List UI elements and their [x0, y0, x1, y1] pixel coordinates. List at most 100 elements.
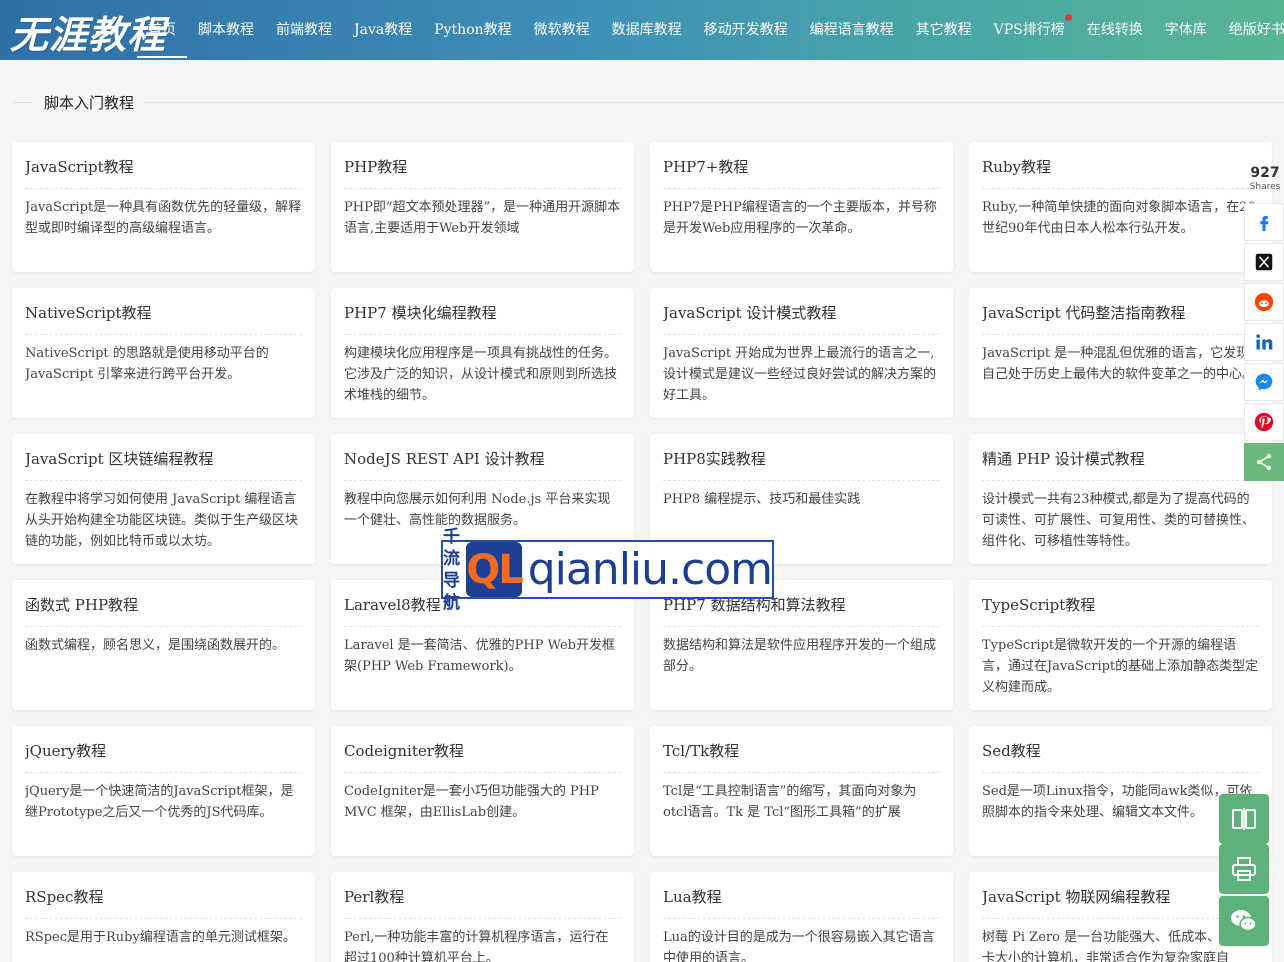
card-title[interactable]: JavaScript 物联网编程教程 [982, 886, 1259, 908]
card-description: PHP即“超文本预处理器”，是一种通用开源脚本语言,主要适用于Web开发领域 [344, 200, 621, 236]
card-title[interactable]: NodeJS REST API 设计教程 [344, 448, 621, 470]
share-pinterest-button[interactable] [1244, 403, 1284, 441]
card-description: 树莓 Pi Zero 是一台功能强大、低成本、信用卡大小的计算机，非常适合作为复… [982, 930, 1247, 962]
card-title[interactable]: 精通 PHP 设计模式教程 [982, 448, 1259, 470]
card-title[interactable]: Ruby教程 [982, 156, 1259, 178]
card-title[interactable]: jQuery教程 [25, 740, 302, 762]
tutorial-card[interactable]: PHP教程 PHP即“超文本预处理器”，是一种通用开源脚本语言,主要适用于Web开… [331, 142, 634, 272]
share-facebook-button[interactable] [1244, 203, 1284, 241]
card-description: Ruby,一种简单快捷的面向对象脚本语言，在20世纪90年代由日本人松本行弘开发… [982, 200, 1256, 236]
card-title[interactable]: Lua教程 [663, 886, 940, 908]
card-description: CodeIgniter是一套小巧但功能强大的 PHP MVC 框架，由Ellis… [344, 784, 599, 820]
card-divider [25, 480, 302, 481]
tutorial-card[interactable]: Tcl/Tk教程 Tcl是“工具控制语言”的缩写，其面向对象为otcl语言。Tk … [650, 726, 953, 856]
share-count-number: 927 [1250, 165, 1280, 181]
share-x-button[interactable] [1244, 243, 1284, 281]
card-divider [344, 626, 621, 627]
nav-item[interactable]: Java教程 [343, 0, 423, 60]
print-button[interactable] [1219, 844, 1269, 894]
card-divider [25, 918, 302, 919]
section-header: 脚本入门教程 [14, 88, 1284, 116]
nav-item[interactable]: 移动开发教程 [693, 0, 799, 60]
watermark-logo: 千流 导航 QL qianliu.com [441, 527, 774, 613]
card-title[interactable]: JavaScript 区块链编程教程 [25, 448, 302, 470]
card-title[interactable]: Codeigniter教程 [344, 740, 621, 762]
tutorial-card[interactable]: JavaScript 区块链编程教程 在教程中将学习如何使用 JavaScript… [12, 434, 315, 564]
main-nav: 首页 脚本教程 前端教程 Java教程 Python教程 微软教程 数据库教程 移动开发教程编… [137, 0, 1284, 60]
share-reddit-button[interactable] [1244, 283, 1284, 321]
card-description: jQuery是一个快速简洁的JavaScript框架，是继Prototype之后… [25, 784, 294, 820]
tutorial-card[interactable]: NativeScript教程 NativeScript 的思路就是使用移动平台的J… [12, 288, 315, 418]
card-divider [344, 480, 621, 481]
card-description: Perl,一种功能丰富的计算机程序语言，运行在超过100种计算机平台上。 [344, 930, 609, 962]
tutorial-card[interactable]: Ruby教程 Ruby,一种简单快捷的面向对象脚本语言，在20世纪90年代由日本人… [969, 142, 1272, 272]
pinterest-icon [1254, 412, 1274, 432]
card-divider [344, 188, 621, 189]
nav-item[interactable]: 前端教程 [265, 0, 343, 60]
card-title[interactable]: Perl教程 [344, 886, 621, 908]
tutorial-card[interactable]: 精通 PHP 设计模式教程设计模式一共有23种模式,都是为了提高代码的可读性、可… [969, 434, 1272, 564]
reddit-icon [1254, 292, 1274, 312]
share-more-button[interactable] [1244, 443, 1284, 481]
card-title[interactable]: Tcl/Tk教程 [663, 740, 940, 762]
wechat-icon [1231, 910, 1257, 932]
tutorial-card[interactable]: Perl教程 Perl,一种功能丰富的计算机程序语言，运行在超过100种计算机平台… [331, 872, 634, 962]
card-divider [982, 626, 1259, 627]
tutorial-card[interactable]: Codeigniter教程 CodeIgniter是一套小巧但功能强大的 PHP … [331, 726, 634, 856]
card-description: 设计模式一共有23种模式,都是为了提高代码的可读性、可扩展性、可复用性、类的可替… [982, 492, 1256, 549]
nav-item[interactable]: Python教程 [423, 0, 522, 60]
card-title[interactable]: PHP教程 [344, 156, 621, 178]
nav-item[interactable]: 绝版好书 [1218, 0, 1284, 60]
card-description: 函数式编程，顾名思义，是围绕函数展开的。 [25, 638, 286, 653]
card-divider [344, 918, 621, 919]
wechat-button[interactable] [1219, 896, 1269, 946]
nav-item[interactable]: 首页 [137, 0, 187, 60]
card-title[interactable]: NativeScript教程 [25, 302, 302, 324]
tutorial-card[interactable]: JavaScript 设计模式教程 JavaScript 开始成为世界上最流行的语… [650, 288, 953, 418]
card-description: PHP7是PHP编程语言的一个主要版本，并号称是开发Web应用程序的一次革命。 [663, 200, 937, 236]
tutorial-card[interactable]: RSpec教程 RSpec是用于Ruby编程语言的单元测试框架。 [12, 872, 315, 962]
card-title[interactable]: JavaScript教程 [25, 156, 302, 178]
card-title[interactable]: Sed教程 [982, 740, 1259, 762]
top-navbar: 无涯教程 首页 脚本教程 前端教程 Java教程 Python教程 微软教程 数据库教程 移动… [0, 0, 1284, 60]
nav-item[interactable]: 脚本教程 [187, 0, 265, 60]
tutorial-card[interactable]: Lua教程 Lua的设计目的是成为一个很容易嵌入其它语言中使用的语言。 [650, 872, 953, 962]
card-description: JavaScript是一种具有函数优先的轻量级，解释型或即时编译型的高级编程语言… [25, 200, 302, 236]
tutorial-card[interactable]: PHP7+教程 PHP7是PHP编程语言的一个主要版本，并号称是开发Web应用程序… [650, 142, 953, 272]
tutorial-card[interactable]: Laravel8教程 Laravel 是一套简洁、优雅的PHP Web开发框架(P… [331, 580, 634, 710]
card-divider [982, 188, 1259, 189]
card-description: NativeScript 的思路就是使用移动平台的JavaScript 引擎来进… [25, 346, 269, 382]
tutorial-card[interactable]: 函数式 PHP教程函数式编程，顾名思义，是围绕函数展开的。 [12, 580, 315, 710]
card-title[interactable]: TypeScript教程 [982, 594, 1259, 616]
card-title[interactable]: PHP7 模块化编程教程 [344, 302, 621, 324]
share-linkedin-button[interactable] [1244, 323, 1284, 361]
tutorial-card[interactable]: JavaScript 代码整洁指南教程 JavaScript 是一种混乱但优雅的语… [969, 288, 1272, 418]
nav-item[interactable]: 数据库教程 [601, 0, 693, 60]
tutorial-card[interactable]: jQuery教程 jQuery是一个快速简洁的JavaScript框架，是继Pro… [12, 726, 315, 856]
reading-mode-button[interactable] [1219, 794, 1269, 844]
card-description: Lua的设计目的是成为一个很容易嵌入其它语言中使用的语言。 [663, 930, 935, 962]
nav-item[interactable]: 在线转换 [1076, 0, 1154, 60]
card-description: 构建模块化应用程序是一项具有挑战性的任务。它涉及广泛的知识，从设计模式和原则到所… [344, 346, 618, 403]
card-title[interactable]: 函数式 PHP教程 [25, 594, 302, 616]
card-title[interactable]: PHP7+教程 [663, 156, 940, 178]
card-title[interactable]: RSpec教程 [25, 886, 302, 908]
card-title[interactable]: JavaScript 设计模式教程 [663, 302, 940, 324]
card-divider [663, 188, 940, 189]
tutorial-card[interactable]: PHP7 数据结构和算法教程 数据结构和算法是软件应用程序开发的一个组成部分。 [650, 580, 953, 710]
card-description: Tcl是“工具控制语言”的缩写，其面向对象为otcl语言。Tk 是 Tcl“图形… [663, 784, 917, 820]
tutorial-card[interactable]: TypeScript教程 TypeScript是微软开发的一个开源的编程语言，通过… [969, 580, 1272, 710]
nav-item[interactable]: 字体库 [1154, 0, 1218, 60]
nav-item[interactable]: 编程语言教程 [799, 0, 905, 60]
tutorial-card[interactable]: JavaScript教程 JavaScript是一种具有函数优先的轻量级，解释型或… [12, 142, 315, 272]
share-count-label: Shares [1249, 182, 1281, 192]
share-messenger-button[interactable] [1244, 363, 1284, 401]
tutorial-card[interactable]: PHP7 模块化编程教程构建模块化应用程序是一项具有挑战性的任务。它涉及广泛的知… [331, 288, 634, 418]
nav-item[interactable]: 微软教程 [523, 0, 601, 60]
nav-item[interactable]: VPS排行榜 [983, 0, 1076, 60]
card-title[interactable]: PHP8实践教程 [663, 448, 940, 470]
watermark-badge: QL [466, 542, 524, 597]
nav-item[interactable]: 其它教程 [905, 0, 983, 60]
share-icon [1256, 454, 1272, 470]
card-title[interactable]: JavaScript 代码整洁指南教程 [982, 302, 1259, 324]
